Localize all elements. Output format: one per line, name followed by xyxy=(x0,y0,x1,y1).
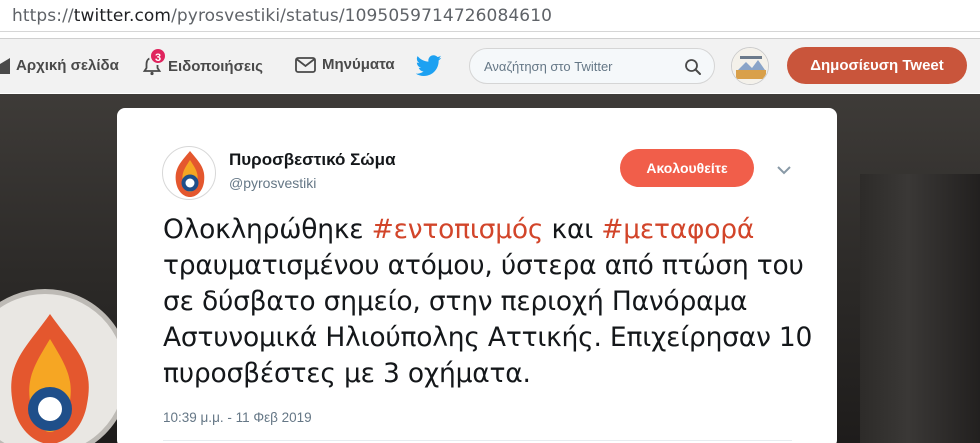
fire-logo-icon xyxy=(175,151,205,197)
tweet-timestamp[interactable]: 10:39 μ.μ. - 11 Φεβ 2019 xyxy=(163,410,312,425)
author-avatar[interactable] xyxy=(162,146,216,200)
url-path: /pyrosvestiki/status/1095059714726084610 xyxy=(171,6,553,26)
notification-count-badge: 3 xyxy=(149,47,167,65)
url-scheme: https:// xyxy=(12,6,74,26)
home-icon xyxy=(0,58,10,74)
search-input[interactable]: Αναζήτηση στο Twitter xyxy=(469,48,715,84)
envelope-icon xyxy=(295,56,316,73)
nav-home-label: Αρχική σελίδα xyxy=(16,56,119,74)
author-name[interactable]: Πυροσβεστικό Σώμα xyxy=(229,150,396,170)
user-avatar[interactable] xyxy=(731,47,769,85)
browser-url-bar[interactable]: https://twitter.com/pyrosvestiki/status/… xyxy=(0,0,980,32)
twitter-top-nav: Αρχική σελίδα Ειδοποιήσεις 3 Μηνύματα Αν… xyxy=(0,38,980,93)
background-profile-logo xyxy=(0,289,130,443)
url-text[interactable]: https://twitter.com/pyrosvestiki/status/… xyxy=(12,6,552,26)
search-placeholder: Αναζήτηση στο Twitter xyxy=(484,59,613,74)
follow-button[interactable]: Ακολουθείτε xyxy=(620,149,754,187)
author-handle[interactable]: @pyrosvestiki xyxy=(229,175,316,191)
search-icon[interactable] xyxy=(684,58,702,76)
nav-messages[interactable]: Μηνύματα xyxy=(295,56,395,73)
url-domain: twitter.com xyxy=(73,6,172,26)
tweet-text-part: τραυματισμένου ατόμου, ύστερα από πτώση … xyxy=(163,250,813,389)
background-photo-firefighter xyxy=(860,174,980,443)
hashtag-link[interactable]: #εντοπισμός xyxy=(372,214,544,245)
tweet-text-part: και xyxy=(543,214,602,245)
tweet-text: Ολοκληρώθηκε #εντοπισμός και #μεταφορά τ… xyxy=(163,212,813,392)
hashtag-link[interactable]: #μεταφορά xyxy=(601,214,754,245)
divider xyxy=(163,440,792,441)
tweet-card: Πυροσβεστικό Σώμα @pyrosvestiki Ακολουθε… xyxy=(117,108,837,443)
nav-home[interactable]: Αρχική σελίδα xyxy=(0,56,119,74)
tweet-text-part: Ολοκληρώθηκε xyxy=(163,214,372,245)
fire-logo-icon xyxy=(11,314,89,443)
nav-messages-label: Μηνύματα xyxy=(322,56,395,73)
twitter-bird-icon[interactable] xyxy=(416,55,442,77)
nav-notifications-label: Ειδοποιήσεις xyxy=(168,57,263,75)
user-avatar-image xyxy=(732,48,768,84)
chevron-down-icon[interactable] xyxy=(776,165,792,175)
tweet-button[interactable]: Δημοσίευση Tweet xyxy=(787,47,967,84)
